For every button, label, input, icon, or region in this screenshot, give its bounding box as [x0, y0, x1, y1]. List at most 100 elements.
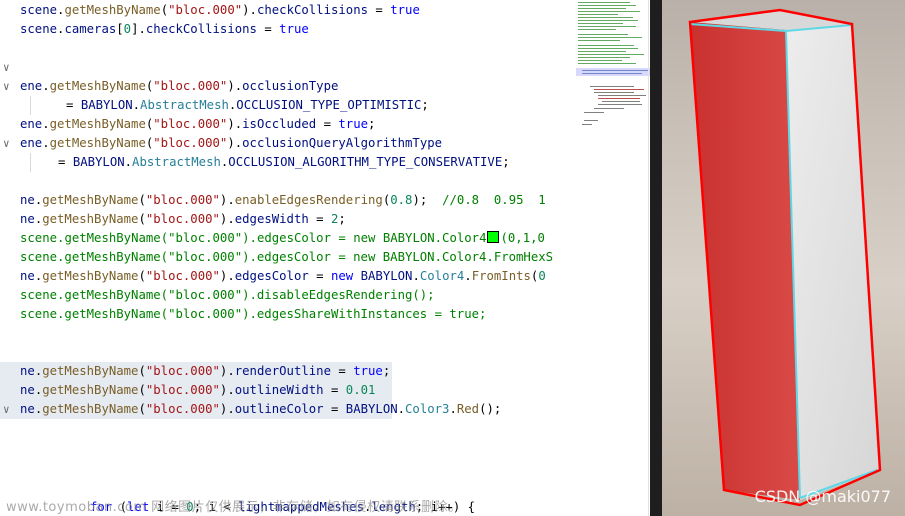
minimap-line	[584, 112, 604, 113]
code-line[interactable]: ne.getMeshByName("bloc.000").outlineWidt…	[0, 381, 392, 400]
code-token: isOccluded	[242, 117, 317, 131]
fold-chevron-icon[interactable]: ∨	[3, 77, 15, 96]
code-token: ;	[382, 364, 391, 378]
code-text: scene.getMeshByName("bloc.000").checkCol…	[20, 1, 420, 20]
code-token: outlineWidth	[234, 383, 324, 397]
minimap-line	[578, 17, 633, 18]
code-token: ne	[20, 383, 35, 397]
code-token: 0	[123, 22, 132, 36]
code-text: scene.getMeshByName("bloc.000").edgesCol…	[20, 248, 553, 267]
code-token: scene	[20, 231, 58, 245]
code-token: outlineColor	[234, 402, 324, 416]
code-token: (0,1,0	[500, 231, 545, 245]
code-token: .	[42, 117, 50, 131]
code-token: edgesColor	[234, 269, 309, 283]
minimap-line	[578, 37, 642, 38]
minimap-line	[578, 11, 640, 12]
minimap-line	[582, 70, 648, 71]
code-token: "bloc.000"	[145, 383, 220, 397]
code-token: .	[397, 402, 406, 416]
minimap-line	[578, 60, 622, 61]
code-line[interactable]: scene.getMeshByName("bloc.000").checkCol…	[0, 1, 568, 20]
code-token: FromInts	[471, 269, 531, 283]
code-text: ne. getMeshByName("bloc.000").outlineColo…	[20, 400, 501, 419]
code-editor[interactable]: scene.getMeshByName("bloc.000").checkCol…	[0, 0, 568, 516]
minimap-line	[582, 73, 642, 74]
code-token: .	[464, 269, 472, 283]
code-line[interactable]: ∨ ne. getMeshByName("bloc.000").outlineCol…	[0, 400, 501, 419]
code-token: .	[412, 269, 420, 283]
minimap-line	[594, 92, 634, 93]
code-token: BABYLON	[72, 155, 125, 169]
code-line[interactable]: ∨ ene.getMeshByName("bloc.000").occlusion…	[0, 134, 568, 153]
code-token: scene.getMeshByName("bloc.000").edgesSha…	[20, 307, 487, 321]
code-line[interactable]: ne.getMeshByName("bloc.000").enableEdges…	[0, 191, 568, 210]
code-line[interactable]: scene.getMeshByName("bloc.000").edgesCol…	[0, 248, 568, 267]
code-line[interactable]: ∨	[0, 58, 568, 77]
minimap-line	[598, 95, 646, 96]
minimap-line	[598, 98, 640, 99]
minimap-line	[578, 5, 636, 6]
code-line[interactable]	[0, 324, 568, 343]
code-line[interactable]: ∨ ene.getMeshByName("bloc.000").occlusion…	[0, 77, 568, 96]
minimap-line	[594, 89, 644, 90]
code-token: getMeshByName	[64, 3, 161, 17]
code-token: (	[160, 231, 169, 245]
code-token: "bloc.000"	[145, 402, 220, 416]
code-token: ;	[368, 117, 376, 131]
fold-chevron-icon[interactable]: ∨	[3, 58, 15, 77]
code-token: true	[390, 3, 420, 17]
fold-chevron-icon[interactable]: ∨	[3, 134, 15, 153]
code-line[interactable]: scene.getMeshByName("bloc.000").edgesSha…	[0, 305, 568, 324]
code-line[interactable]: scene.getMeshByName("bloc.000").edgesCol…	[0, 229, 568, 248]
code-token: (	[138, 364, 146, 378]
code-line[interactable]: ene.getMeshByName("bloc.000").isOccluded…	[0, 115, 568, 134]
code-token: edgesWidth	[234, 212, 309, 226]
code-token: "bloc.000"	[168, 3, 243, 17]
minimap-line	[578, 34, 628, 35]
minimap-line	[590, 86, 634, 87]
code-token: new	[331, 269, 354, 283]
code-line[interactable]: ne.getMeshByName("bloc.000").edgesColor …	[0, 267, 568, 286]
code-line[interactable]: scene.cameras[0].checkCollisions = true	[0, 20, 568, 39]
code-token: ).	[219, 364, 235, 378]
code-line[interactable]: = BABYLON.AbstractMesh.OCCLUSION_ALGORIT…	[0, 153, 568, 172]
code-line[interactable]	[0, 172, 568, 191]
code-token: =	[256, 22, 280, 36]
site-watermark: www.toymoban.com 网络图片仅供展示，非存储，如有侵权请联系删除。	[6, 500, 462, 515]
code-token: =	[368, 3, 391, 17]
code-token: Color4	[419, 269, 465, 283]
code-token: ene	[20, 79, 43, 93]
code-line[interactable]: scene.getMeshByName("bloc.000").disableE…	[0, 286, 568, 305]
minimap-line	[578, 54, 644, 55]
color-swatch-icon[interactable]	[487, 231, 500, 243]
babylon-3d-viewport[interactable]: CSDN @maki077	[662, 0, 905, 516]
code-text: ne.getMeshByName("bloc.000").edgesWidth …	[20, 210, 346, 229]
code-line[interactable]	[0, 39, 568, 58]
fold-chevron-icon[interactable]: ∨	[3, 400, 15, 419]
code-token: ne	[20, 402, 35, 416]
code-text: scene.getMeshByName("bloc.000").edgesCol…	[20, 229, 545, 248]
code-token: (	[138, 402, 146, 416]
code-line[interactable]: ne.getMeshByName("bloc.000").renderOutli…	[0, 362, 392, 381]
code-token: (	[160, 3, 169, 17]
code-text: ne.getMeshByName("bloc.000").edgesColor …	[20, 267, 546, 286]
code-token: "bloc.000"	[145, 364, 220, 378]
code-token: ene	[20, 136, 43, 150]
minimap[interactable]	[568, 0, 650, 516]
code-token: ene	[20, 117, 43, 131]
code-text: ene.getMeshByName("bloc.000").occlusionT…	[20, 77, 338, 96]
code-token: getMeshByName	[42, 212, 139, 226]
code-text: ene.getMeshByName("bloc.000").isOccluded…	[20, 115, 375, 134]
editor-scrollbar[interactable]	[650, 0, 662, 516]
code-line[interactable]: ne.getMeshByName("bloc.000").edgesWidth …	[0, 210, 568, 229]
code-token: AbstractMesh	[140, 98, 229, 112]
code-token: =	[308, 212, 331, 226]
code-line[interactable]: = BABYLON.AbstractMesh.OCCLUSION_TYPE_OP…	[0, 96, 568, 115]
code-token: ).	[227, 136, 243, 150]
code-token: (	[138, 269, 146, 283]
code-token: BABYLON	[360, 269, 413, 283]
code-line[interactable]	[0, 343, 568, 362]
code-token: //0.8 0.95 1	[442, 193, 546, 207]
code-token: ).	[219, 212, 235, 226]
